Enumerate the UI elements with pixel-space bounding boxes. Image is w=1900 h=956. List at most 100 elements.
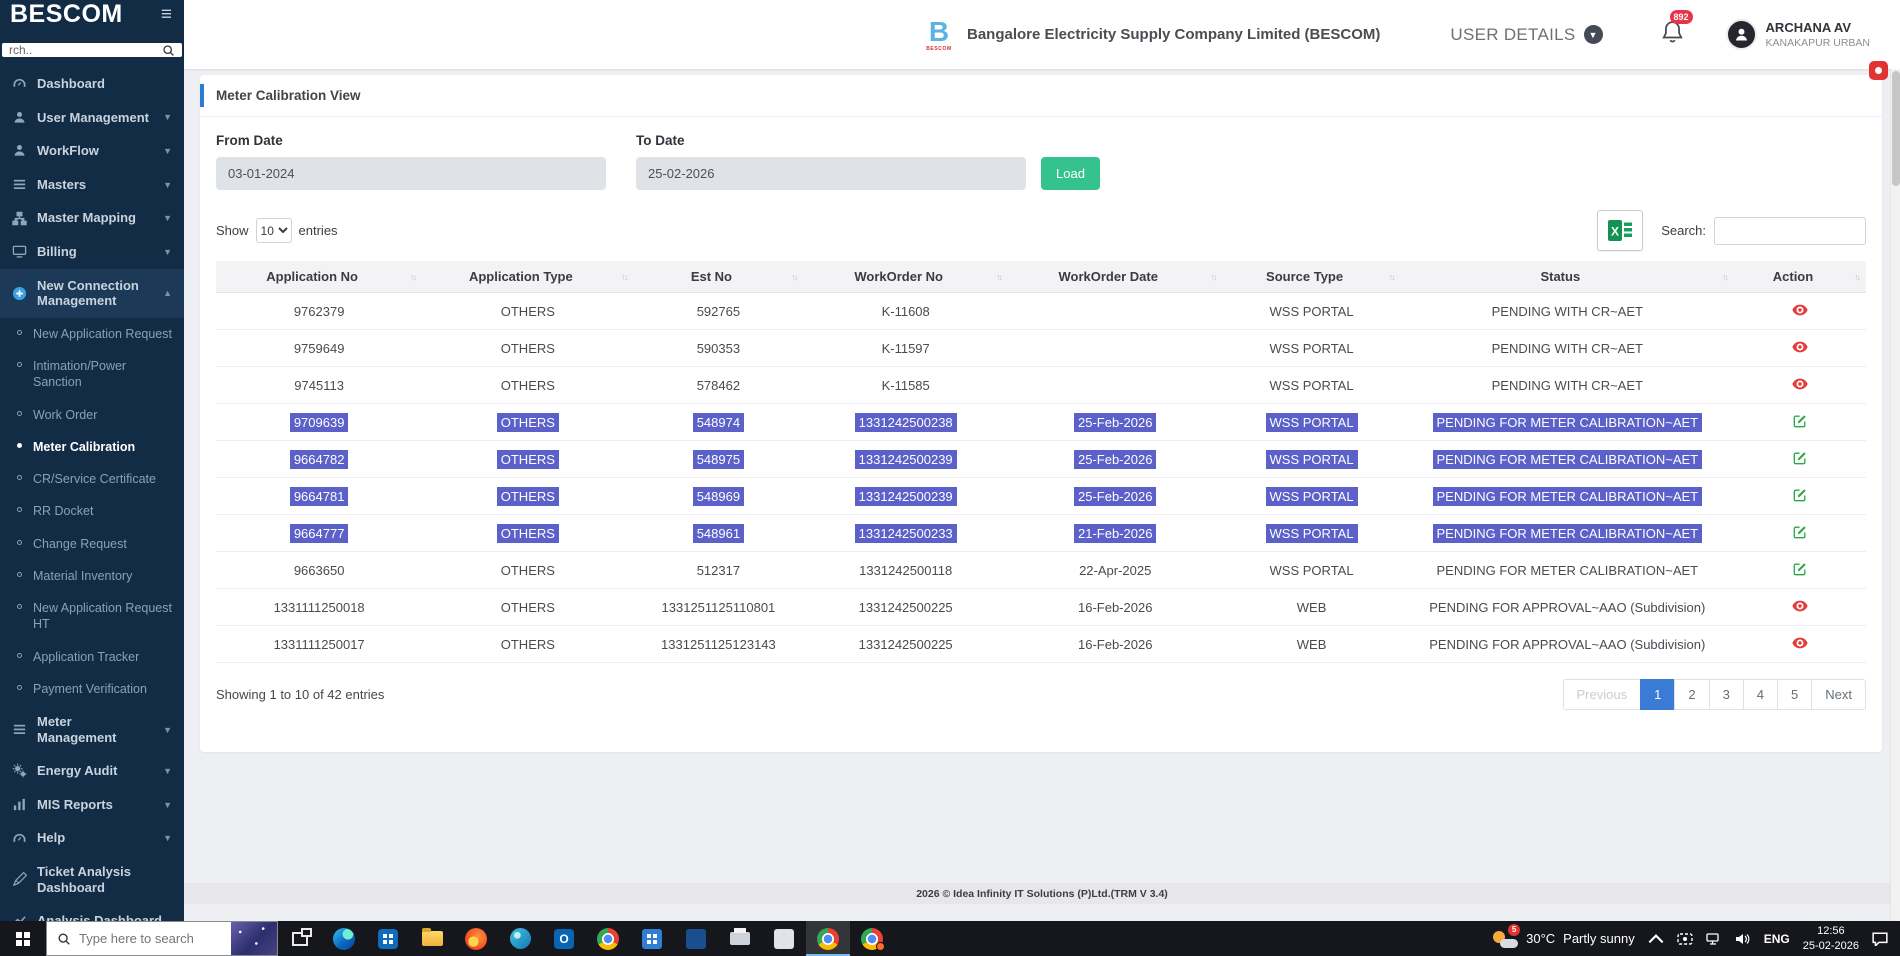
- light-app-icon[interactable]: [762, 921, 806, 956]
- sidebar-subitem-new-application-request[interactable]: New Application Request: [0, 318, 184, 350]
- sidebar-item-workflow[interactable]: WorkFlow ▼: [0, 134, 184, 168]
- table-cell: PENDING FOR METER CALIBRATION~AET: [1400, 403, 1734, 441]
- sidebar-item-label: WorkFlow: [37, 143, 99, 159]
- page-size-select[interactable]: 10: [255, 218, 292, 243]
- column-header-source-type[interactable]: Source Type ↑↓: [1222, 261, 1401, 293]
- start-button[interactable]: [0, 921, 46, 956]
- view-action-icon[interactable]: [1792, 303, 1808, 317]
- search-icon: [58, 932, 70, 945]
- microsoft-store-icon-glyph: [378, 928, 398, 949]
- sidebar-subitem-payment-verification[interactable]: Payment Verification: [0, 673, 184, 705]
- clock[interactable]: 12:56 25-02-2026: [1803, 924, 1859, 953]
- outlook-icon[interactable]: O: [542, 921, 586, 956]
- sidebar-item-new-connection-management[interactable]: New Connection Management ▲: [0, 268, 184, 318]
- file-explorer-icon[interactable]: [410, 921, 454, 956]
- view-action-icon[interactable]: [1792, 340, 1808, 354]
- chrome-browser-icon[interactable]: [586, 921, 630, 956]
- page-scrollbar[interactable]: [1890, 69, 1900, 921]
- sidebar-subitem-application-tracker[interactable]: Application Tracker: [0, 641, 184, 673]
- sidebar-search-input[interactable]: rch..: [2, 43, 182, 57]
- chrome-active-icon[interactable]: [806, 921, 850, 956]
- scrollbar-thumb[interactable]: [1892, 71, 1900, 186]
- view-action-icon[interactable]: [1792, 599, 1808, 613]
- sidebar-item-master-mapping[interactable]: Master Mapping ▼: [0, 201, 184, 235]
- printer-app-icon[interactable]: [718, 921, 762, 956]
- sidebar-subitem-cr-service-certificate[interactable]: CR/Service Certificate: [0, 463, 184, 495]
- column-header-action[interactable]: Action ↑↓: [1733, 261, 1866, 293]
- sidebar-item-help[interactable]: Help ▼: [0, 821, 184, 855]
- edge-browser-icon[interactable]: [322, 921, 366, 956]
- sidebar-item-masters[interactable]: Masters ▼: [0, 168, 184, 202]
- sidebar-item-label: New Connection Management: [37, 277, 139, 309]
- sidebar-subitem-meter-calibration[interactable]: Meter Calibration: [0, 431, 184, 463]
- navy-app-icon[interactable]: [674, 921, 718, 956]
- column-header-application-no[interactable]: Application No ↑↓: [216, 261, 423, 293]
- sidebar-item-billing[interactable]: Billing ▼: [0, 235, 184, 269]
- chart-icon: [12, 797, 27, 812]
- network-icon[interactable]: [1706, 932, 1722, 946]
- sidebar-subitem-rr-docket[interactable]: RR Docket: [0, 495, 184, 527]
- hamburger-menu-icon[interactable]: ≡: [161, 4, 172, 26]
- main-area: B BESCOM Bangalore Electricity Supply Co…: [184, 0, 1900, 921]
- sort-icon: ↑↓: [1721, 271, 1729, 282]
- globe-app-icon[interactable]: [498, 921, 542, 956]
- sidebar-item-energy-audit[interactable]: Energy Audit ▼: [0, 754, 184, 788]
- sidebar-item-analysis-dashboard[interactable]: Analysis Dashboard: [0, 904, 184, 921]
- record-indicator-icon[interactable]: [1869, 61, 1888, 80]
- previous-page-button[interactable]: Previous: [1562, 679, 1642, 710]
- sidebar-subitem-new-application-request-ht[interactable]: New Application Request HT: [0, 592, 184, 641]
- cast-icon[interactable]: [1677, 932, 1693, 946]
- column-header-workorder-date[interactable]: WorkOrder Date ↑↓: [1007, 261, 1223, 293]
- notifications-button[interactable]: 892: [1661, 10, 1693, 49]
- sidebar-subitem-change-request[interactable]: Change Request: [0, 528, 184, 560]
- table-cell: WSS PORTAL: [1222, 403, 1401, 441]
- sidebar-subitem-material-inventory[interactable]: Material Inventory: [0, 560, 184, 592]
- next-page-button[interactable]: Next: [1811, 679, 1866, 710]
- table-cell: 512317: [633, 551, 804, 589]
- tray-chevron-up-icon[interactable]: [1648, 932, 1664, 946]
- edit-action-icon[interactable]: [1792, 414, 1808, 428]
- chrome-profile-icon[interactable]: [850, 921, 894, 956]
- edit-action-icon[interactable]: [1792, 488, 1808, 502]
- page-button-4[interactable]: 4: [1742, 679, 1779, 710]
- page-button-1[interactable]: 1: [1640, 679, 1676, 710]
- view-action-icon[interactable]: [1792, 636, 1808, 650]
- weather-widget[interactable]: 5 30°C Partly sunny: [1492, 923, 1635, 949]
- from-date-input[interactable]: [216, 157, 606, 190]
- volume-icon[interactable]: [1735, 932, 1751, 946]
- edit-action-icon[interactable]: [1792, 562, 1808, 576]
- column-header-status[interactable]: Status ↑↓: [1400, 261, 1734, 293]
- language-indicator[interactable]: ENG: [1764, 932, 1790, 946]
- column-header-est-no[interactable]: Est No ↑↓: [633, 261, 804, 293]
- task-view-button[interactable]: [278, 921, 322, 956]
- to-date-input[interactable]: [636, 157, 1026, 190]
- blue-app-icon[interactable]: [630, 921, 674, 956]
- column-header-application-type[interactable]: Application Type ↑↓: [422, 261, 634, 293]
- sidebar-item-meter-management[interactable]: Meter Management ▼: [0, 705, 184, 754]
- sidebar-item-ticket-analysis-dashboard[interactable]: Ticket Analysis Dashboard: [0, 855, 184, 904]
- action-center-icon[interactable]: [1872, 932, 1888, 946]
- sidebar-item-dashboard[interactable]: Dashboard: [0, 67, 184, 101]
- table-search-input[interactable]: [1714, 216, 1866, 245]
- export-excel-button[interactable]: X: [1597, 210, 1644, 251]
- firefox-browser-icon[interactable]: [454, 921, 498, 956]
- page-button-2[interactable]: 2: [1674, 679, 1710, 710]
- view-action-icon[interactable]: [1792, 377, 1808, 391]
- sidebar-item-mis-reports[interactable]: MIS Reports ▼: [0, 788, 184, 822]
- user-profile[interactable]: ARCHANA AV KANAKAPUR URBAN: [1725, 19, 1870, 50]
- page-button-3[interactable]: 3: [1708, 679, 1744, 710]
- search-highlights-icon[interactable]: [231, 922, 277, 955]
- sidebar-subitem-work-order[interactable]: Work Order: [0, 399, 184, 431]
- load-button[interactable]: Load: [1041, 157, 1100, 190]
- sidebar-subitem-intimation-power-sanction[interactable]: Intimation/Power Sanction: [0, 350, 184, 399]
- edit-action-icon[interactable]: [1792, 525, 1808, 539]
- user-details-dropdown[interactable]: USER DETAILS ▼: [1450, 25, 1603, 45]
- microsoft-store-icon[interactable]: [366, 921, 410, 956]
- firefox-browser-icon-glyph: [465, 927, 487, 950]
- taskbar-search-input[interactable]: [79, 931, 223, 946]
- taskbar-search[interactable]: [46, 921, 278, 956]
- edit-action-icon[interactable]: [1792, 451, 1808, 465]
- sidebar-item-user-management[interactable]: User Management ▼: [0, 101, 184, 135]
- column-header-workorder-no[interactable]: WorkOrder No ↑↓: [803, 261, 1008, 293]
- page-button-5[interactable]: 5: [1777, 679, 1813, 710]
